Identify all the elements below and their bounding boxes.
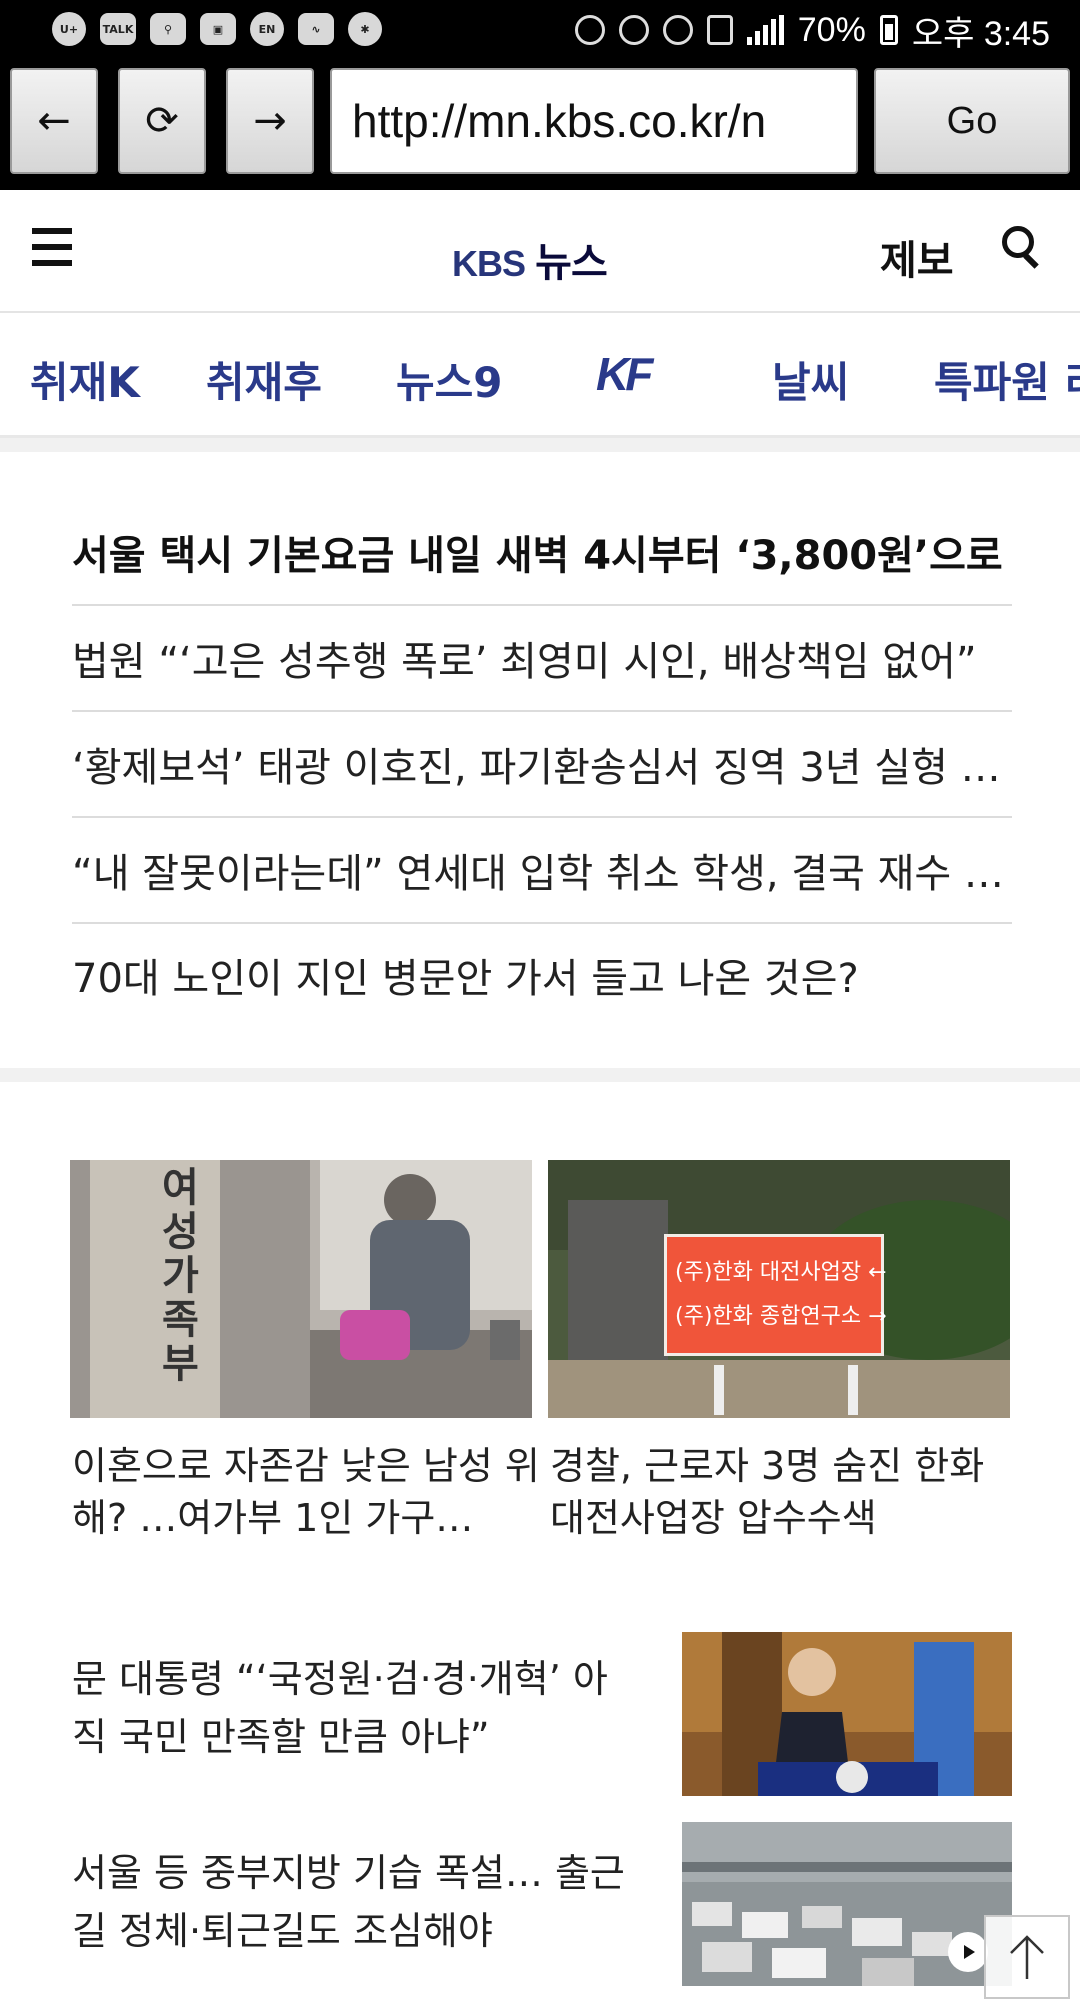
- tv-icon: ▣: [200, 13, 236, 45]
- headline-item[interactable]: 70대 노인이 지인 병문안 가서 들고 나온 것은?: [72, 922, 1012, 1028]
- back-button[interactable]: ←: [10, 68, 98, 174]
- section-divider: [0, 438, 1080, 452]
- tab-investigative-k[interactable]: 취재K: [30, 349, 140, 410]
- kbs-news-logo[interactable]: KBS 뉴스: [452, 230, 608, 288]
- usb-icon: ⚲: [150, 13, 186, 45]
- headline-item[interactable]: 법원 “‘고은 성추행 폭로’ 최영미 시인, 배상책임 없어”: [72, 606, 1012, 712]
- signal-icon: [746, 15, 784, 45]
- forward-button[interactable]: →: [226, 68, 314, 174]
- system-icons: 70% 오후 3:45: [574, 8, 1050, 53]
- headline-item[interactable]: ‘황제보석’ 태광 이호진, 파기환송심서 징역 3년 실형 …: [72, 712, 1012, 818]
- pulse-icon: ∿: [298, 13, 334, 45]
- lte-icon: [706, 15, 733, 45]
- bug-icon: ✱: [348, 12, 382, 46]
- section-divider: [0, 1068, 1080, 1082]
- tab-news9[interactable]: 뉴스9: [396, 349, 503, 410]
- tab-weather[interactable]: 날씨: [772, 349, 849, 410]
- tab-correspondents[interactable]: 특파원 리: [934, 349, 1080, 410]
- logo-kbs: KBS: [452, 243, 526, 284]
- hanwha-sign: (주)한화 대전사업장 ← (주)한화 종합연구소 →: [664, 1234, 887, 1356]
- location-icon: [574, 15, 605, 45]
- headline-item[interactable]: “내 잘못이라는데” 연세대 입학 취소 학생, 결국 재수 …: [72, 818, 1012, 924]
- browser-toolbar: ← ⟳ → http://mn.kbs.co.kr/n Go: [0, 62, 1080, 190]
- logo-news: 뉴스: [535, 241, 608, 285]
- scroll-to-top-button[interactable]: [984, 1915, 1070, 1999]
- tab-k-logo[interactable]: KF: [596, 347, 653, 401]
- go-button[interactable]: Go: [874, 68, 1070, 174]
- uplus-icon: U+: [52, 12, 86, 46]
- arrow-up-icon: [1010, 1935, 1044, 1979]
- battery-icon: [879, 15, 898, 45]
- side-story-title[interactable]: 서울 등 중부지방 기습 폭설… 출근길 정체·퇴근길도 조심해야: [72, 1844, 632, 1960]
- report-link[interactable]: 제보: [880, 228, 954, 286]
- site-header: KBS 뉴스 제보: [0, 190, 1080, 313]
- headline-item[interactable]: 서울 택시 기본요금 내일 새벽 4시부터 ‘3,800원’으로 …: [72, 500, 1012, 606]
- reload-button[interactable]: ⟳: [118, 68, 206, 174]
- play-icon[interactable]: [948, 1932, 988, 1972]
- clock: 오후 3:45: [911, 14, 1050, 53]
- side-story-title[interactable]: 문 대통령 “‘국정원·검·경·개혁’ 아직 국민 만족할 만큼 아냐”: [72, 1650, 632, 1766]
- side-story-thumbnail[interactable]: [682, 1632, 1012, 1796]
- status-bar: U+ TALK ⚲ ▣ EN ∿ ✱ 70% 오후 3:45: [0, 0, 1080, 62]
- back-arrow-icon: ←: [37, 98, 71, 144]
- screen: U+ TALK ⚲ ▣ EN ∿ ✱ 70% 오후 3:45 ← ⟳ → htt…: [0, 0, 1080, 2009]
- card-title[interactable]: 이혼으로 자존감 낮은 남성 위해? …여가부 1인 가구…: [72, 1440, 542, 1544]
- ministry-sign: 여성가족부: [162, 1165, 199, 1387]
- url-input[interactable]: http://mn.kbs.co.kr/n: [330, 68, 858, 174]
- tab-after-report[interactable]: 취재후: [206, 349, 322, 410]
- card-title[interactable]: 경찰, 근로자 3명 숨진 한화 대전사업장 압수수색: [550, 1440, 1020, 1544]
- sign-line: (주)한화 대전사업장 ←: [675, 1260, 887, 1285]
- menu-icon[interactable]: [32, 228, 72, 266]
- card-thumbnail[interactable]: (주)한화 대전사업장 ← (주)한화 종합연구소 →: [548, 1160, 1010, 1418]
- card-thumbnail[interactable]: 여성가족부: [70, 1160, 532, 1418]
- kakaotalk-icon: TALK: [100, 13, 136, 45]
- forward-arrow-icon: →: [253, 98, 287, 144]
- category-nav: 취재K 취재후 뉴스9 KF 날씨 특파원 리: [0, 313, 1080, 438]
- search-icon[interactable]: [1002, 226, 1040, 269]
- reload-icon: ⟳: [145, 98, 179, 144]
- sign-line: (주)한화 종합연구소 →: [675, 1304, 887, 1329]
- battery-percent: 70%: [797, 10, 866, 49]
- notification-icons: U+ TALK ⚲ ▣ EN ∿ ✱: [52, 12, 382, 46]
- mute-icon: [618, 15, 649, 45]
- shield-icon: EN: [250, 12, 284, 46]
- alarm-icon: [662, 15, 693, 45]
